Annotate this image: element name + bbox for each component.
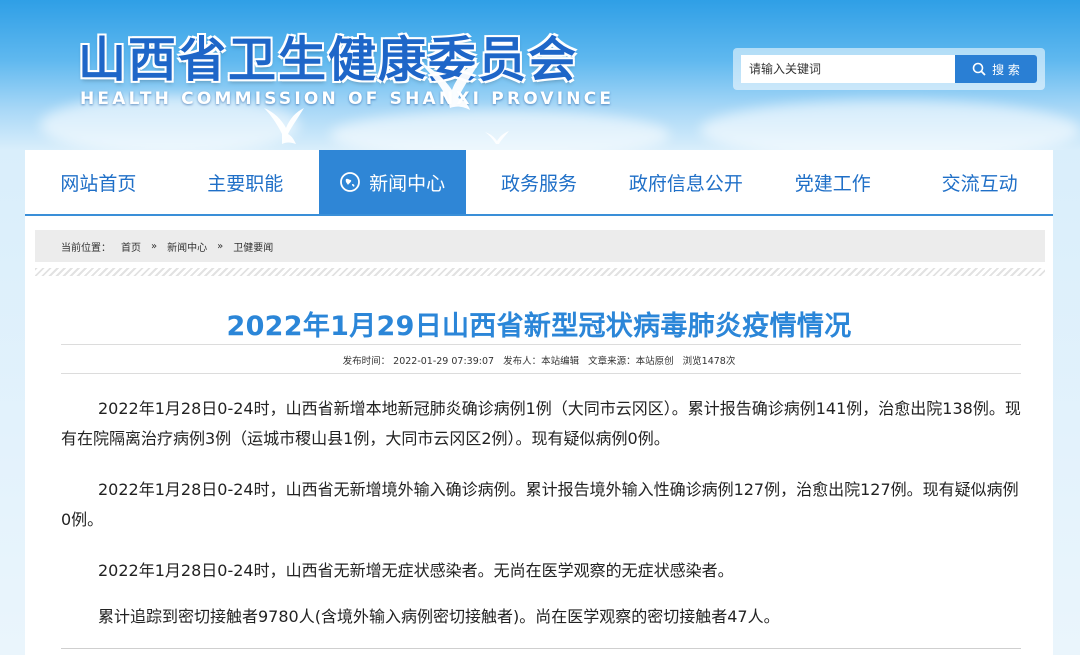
nav-item-label: 政务服务	[501, 172, 578, 195]
nav-item-info-disclosure[interactable]: 政府信息公开	[612, 150, 759, 214]
article-title: 2022年1月29日山西省新型冠状病毒肺炎疫情情况	[226, 311, 852, 342]
view-count: 浏览1478次	[682, 356, 736, 367]
divider	[61, 648, 1021, 649]
decorative-stripe	[35, 268, 1045, 276]
globe-icon	[340, 172, 361, 192]
site-subtitle: HEALTH COMMISSION OF SHANXI PROVINCE	[80, 89, 615, 109]
search-button[interactable]: 搜 索	[955, 55, 1037, 83]
breadcrumb-link-health-news[interactable]: 卫健要闻	[233, 239, 273, 254]
breadcrumb-link-home[interactable]: 首页	[121, 239, 141, 254]
article-paragraph: 2022年1月28日0-24时，山西省无新增无症状感染者。无尚在医学观察的无症状…	[98, 561, 734, 580]
article-paragraph: 累计追踪到密切接触者9780人(含境外输入病例密切接触者)。尚在医学观察的密切接…	[98, 607, 780, 626]
article-source: 文章来源：本站原创	[588, 356, 674, 367]
divider	[61, 344, 1021, 345]
search-icon	[972, 62, 986, 76]
search-button-label: 搜 索	[992, 62, 1020, 77]
breadcrumb: 当前位置： 首页 » 新闻中心 » 卫健要闻	[35, 230, 1045, 262]
site-header: 山西省卫生健康委员会 HEALTH COMMISSION OF SHANXI P…	[0, 0, 1080, 150]
site-title: 山西省卫生健康委员会	[78, 32, 579, 88]
nav-item-label: 主要职能	[207, 172, 284, 195]
content-panel: 当前位置： 首页 » 新闻中心 » 卫健要闻 2022年1月29日山西省新型冠状…	[25, 216, 1053, 655]
nav-item-label: 交流互动	[941, 172, 1018, 195]
article-paragraph: 2022年1月28日0-24时，山西省无新增境外输入确诊病例。累计报告境外输入性…	[61, 480, 1019, 529]
breadcrumb-separator: »	[151, 240, 158, 252]
nav-item-label: 新闻中心	[369, 172, 446, 195]
dove-icon	[485, 131, 509, 144]
dove-icon	[420, 62, 480, 110]
nav-item-label: 党建工作	[794, 172, 871, 195]
dove-icon	[264, 108, 304, 144]
main-nav: 网站首页 主要职能 新闻中心 政务服务 政府信息公开 党建工作 交流互动	[25, 150, 1053, 216]
nav-item-label: 政府信息公开	[628, 172, 743, 195]
article-meta: 发布时间： 2022-01-29 07:39:07 发布人：本站编辑 文章来源：…	[25, 353, 1053, 367]
nav-item-home[interactable]: 网站首页	[25, 150, 172, 214]
nav-item-party-work[interactable]: 党建工作	[759, 150, 906, 214]
nav-item-interaction[interactable]: 交流互动	[906, 150, 1053, 214]
cloud-decoration	[700, 100, 1080, 150]
nav-item-label: 网站首页	[60, 172, 137, 195]
breadcrumb-prefix: 当前位置：	[61, 242, 111, 254]
search-box: 搜 索	[733, 48, 1045, 90]
divider	[61, 373, 1021, 374]
nav-item-functions[interactable]: 主要职能	[172, 150, 319, 214]
nav-item-news[interactable]: 新闻中心	[318, 150, 466, 214]
breadcrumb-separator: »	[217, 240, 224, 252]
breadcrumb-link-news[interactable]: 新闻中心	[167, 239, 207, 254]
publisher: 发布人：本站编辑	[503, 356, 580, 367]
publish-time: 发布时间： 2022-01-29 07:39:07	[342, 356, 495, 367]
search-input[interactable]	[741, 55, 955, 83]
article-paragraph: 2022年1月28日0-24时，山西省新增本地新冠肺炎确诊病例1例（大同市云冈区…	[61, 399, 1021, 448]
nav-item-services[interactable]: 政务服务	[466, 150, 613, 214]
